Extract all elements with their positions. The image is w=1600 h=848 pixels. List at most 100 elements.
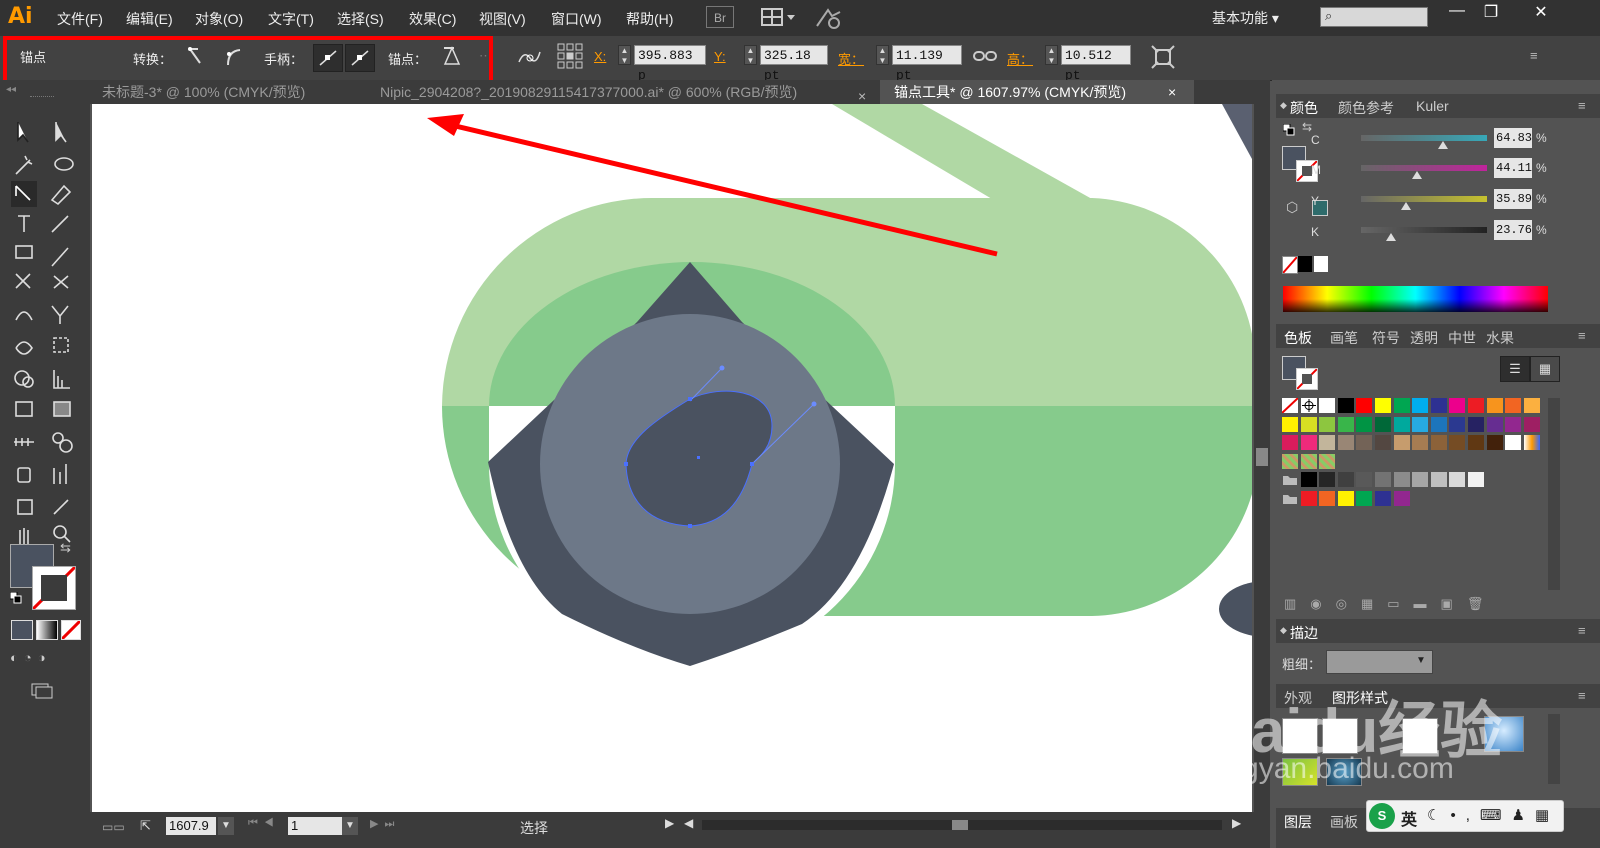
swatch[interactable] xyxy=(1319,490,1336,506)
tab-kuler[interactable]: Kuler xyxy=(1416,98,1449,114)
graphic-styles-scrollbar[interactable] xyxy=(1548,714,1560,784)
panel-menu-icon[interactable]: ≡ xyxy=(1578,623,1586,638)
height-field[interactable]: 10.512 pt xyxy=(1061,45,1131,83)
bridge-button[interactable]: Br xyxy=(706,6,734,28)
swatch[interactable] xyxy=(1356,490,1373,506)
swatch[interactable] xyxy=(1468,472,1484,487)
next-last-page-icons[interactable]: ▶⏭ xyxy=(370,817,400,831)
swatch[interactable] xyxy=(1412,472,1429,487)
slider-value-m[interactable]: 44.11 xyxy=(1494,158,1532,178)
swatch-group-folder-icon[interactable] xyxy=(1282,472,1298,487)
swatch[interactable] xyxy=(1337,472,1354,487)
swatch[interactable] xyxy=(1356,472,1373,487)
swatch[interactable] xyxy=(1449,435,1466,450)
swatch[interactable] xyxy=(1375,416,1391,432)
slider-thumb-y[interactable] xyxy=(1401,202,1412,210)
swatch[interactable] xyxy=(1356,416,1373,432)
black-swatch[interactable] xyxy=(1298,256,1312,272)
slider-value-k[interactable]: 23.76 xyxy=(1494,220,1532,240)
y-stepper[interactable]: ▲ ▼ xyxy=(744,45,757,65)
gpu-icon[interactable]: ▭▭ xyxy=(102,820,125,834)
workspace-switcher[interactable]: 基本功能 ▾ xyxy=(1212,8,1279,28)
swatch[interactable] xyxy=(1468,398,1484,413)
panel-menu-icon[interactable]: ≡ xyxy=(1578,688,1586,703)
swatch[interactable] xyxy=(1486,435,1503,450)
swatch[interactable] xyxy=(1449,472,1466,487)
swatch[interactable] xyxy=(1468,416,1484,432)
swatch[interactable] xyxy=(1282,416,1298,432)
panel-collapse-icon[interactable]: ◆ xyxy=(1280,625,1287,636)
swatch[interactable] xyxy=(1300,435,1317,450)
panel-menu-icon[interactable]: ≡ xyxy=(1578,328,1586,343)
swatch[interactable] xyxy=(1375,435,1391,450)
ime-tool-icons[interactable]: ☾•,⌨♟▦ xyxy=(1427,806,1559,824)
swatch[interactable] xyxy=(1430,435,1447,450)
swatch[interactable] xyxy=(1393,490,1410,506)
panel-menu-icon[interactable]: ≡ xyxy=(1578,98,1586,113)
swap-icon[interactable]: ⇆ xyxy=(1302,120,1312,134)
swatch[interactable] xyxy=(1486,398,1503,413)
white-swatch[interactable] xyxy=(1314,256,1328,272)
swatch-registration[interactable] xyxy=(1300,398,1317,413)
swatch-pattern[interactable] xyxy=(1300,453,1317,469)
isolate-selected-icon[interactable] xyxy=(1150,44,1176,70)
swatch-scrollbar[interactable] xyxy=(1548,398,1560,590)
reference-point-icon[interactable] xyxy=(556,42,584,70)
swatch[interactable] xyxy=(1300,472,1317,487)
menu-file[interactable]: 文件(F) xyxy=(57,9,103,29)
list-view-icon[interactable]: ☰ xyxy=(1500,356,1530,382)
stroke-weight-dropdown-icon[interactable]: ▼ xyxy=(1413,652,1429,670)
tab-nipic[interactable]: Nipic_2904208?_20190829115417377000.ai* … xyxy=(380,80,875,104)
first-prev-page-icons[interactable]: ⏮◀ xyxy=(248,817,280,830)
swatch[interactable] xyxy=(1319,398,1336,413)
tab-close-icon[interactable]: × xyxy=(1168,80,1176,104)
y-field[interactable]: 325.18 pt xyxy=(760,45,828,83)
slider-track-k[interactable] xyxy=(1361,227,1487,233)
stroke-none-swatch[interactable] xyxy=(32,566,76,610)
tab-color[interactable]: 颜色 xyxy=(1290,98,1318,118)
swatch[interactable] xyxy=(1412,416,1429,432)
menu-help[interactable]: 帮助(H) xyxy=(626,9,673,29)
swatch-none[interactable] xyxy=(1281,397,1299,414)
swatch[interactable] xyxy=(1449,416,1466,432)
color-spectrum[interactable] xyxy=(1283,286,1548,312)
swatch[interactable] xyxy=(1523,416,1540,432)
slider-thumb-m[interactable] xyxy=(1411,171,1422,179)
menu-type[interactable]: 文字(T) xyxy=(268,9,314,29)
close-button[interactable]: ✕ xyxy=(1520,2,1562,24)
artboard-dropdown-icon[interactable]: ▼ xyxy=(342,817,358,835)
scroll-left-icon[interactable]: ◀ xyxy=(684,816,693,830)
sogou-logo-icon[interactable]: S xyxy=(1369,803,1395,829)
panel-collapse-icon[interactable]: ◆ xyxy=(1280,100,1287,111)
status-menu-icon[interactable]: ▶ xyxy=(665,816,674,830)
swatch[interactable] xyxy=(1393,435,1410,450)
swatch[interactable] xyxy=(1412,435,1429,450)
help-search-input[interactable]: ⌕ xyxy=(1320,7,1428,27)
swatch[interactable] xyxy=(1486,416,1503,432)
swatch-panel-footer-icons[interactable]: ▥◉◎▦▭▬▣🗑 xyxy=(1284,596,1544,614)
swatch[interactable] xyxy=(1505,398,1522,413)
swatch[interactable] xyxy=(1449,398,1466,413)
swatch[interactable] xyxy=(1300,490,1317,506)
minimize-button[interactable]: — xyxy=(1442,2,1472,24)
horizontal-scrollbar[interactable] xyxy=(702,820,1222,830)
swatch[interactable] xyxy=(1505,416,1522,432)
swatch[interactable] xyxy=(1356,435,1373,450)
swatch[interactable] xyxy=(1337,490,1354,506)
swatch[interactable] xyxy=(1430,472,1447,487)
screen-mode-icon[interactable] xyxy=(30,682,56,700)
swatch[interactable] xyxy=(1337,416,1354,432)
tab-color-guide[interactable]: 颜色参考 xyxy=(1338,98,1394,118)
tab-symbols[interactable]: 符号 xyxy=(1372,328,1400,348)
x-field[interactable]: 395.883 p xyxy=(634,45,706,83)
restore-button[interactable]: ❐ xyxy=(1476,2,1506,24)
swatch[interactable] xyxy=(1319,472,1336,487)
scroll-thumb[interactable] xyxy=(1256,448,1268,466)
swatch[interactable] xyxy=(1337,435,1354,450)
tab-zhongshi[interactable]: 中世 xyxy=(1448,328,1476,348)
control-menu-icon[interactable]: ≡ xyxy=(1530,48,1538,63)
height-stepper[interactable]: ▲ ▼ xyxy=(1045,45,1058,65)
default-fill-stroke-icon[interactable] xyxy=(1282,123,1295,136)
slider-thumb-c[interactable] xyxy=(1437,141,1448,149)
color-mode-icon[interactable] xyxy=(11,620,33,640)
